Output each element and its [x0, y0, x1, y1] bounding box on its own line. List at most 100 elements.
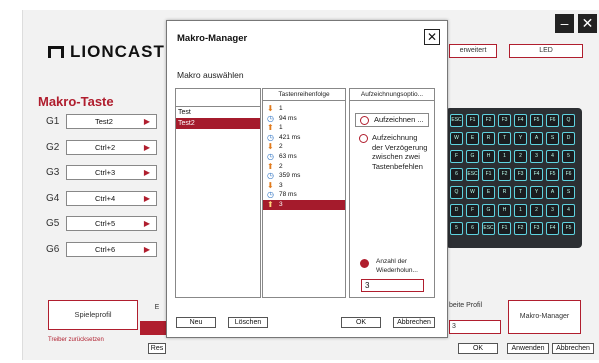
sequence-item[interactable]: ◷ 421 ms	[263, 133, 345, 143]
keyboard-key: T	[514, 186, 527, 199]
gkey-label: G1	[46, 116, 60, 127]
repeat-count-input[interactable]: 3	[361, 279, 424, 292]
minimize-button[interactable]: –	[555, 14, 574, 33]
advanced-button[interactable]: erweitert	[449, 44, 497, 58]
key-down-icon: ⬇	[267, 142, 274, 152]
keyboard-row: 5 6 ESC F1 F2 F3 F4 F5	[450, 222, 575, 235]
repeat-count-radio[interactable]	[360, 259, 369, 268]
gkey-value: Ctrl+3	[95, 168, 116, 177]
sequence-item[interactable]: ⬆ 2	[263, 162, 345, 172]
game-profile-button[interactable]: Spieleprofil	[48, 300, 138, 330]
gkey-assignment[interactable]: Ctrl+6 ▶	[66, 241, 157, 257]
profile-select[interactable]: 3	[449, 320, 501, 334]
keyboard-key: E	[466, 132, 479, 145]
keyboard-key: F2	[482, 114, 495, 127]
window-close-button[interactable]: ✕	[578, 14, 597, 33]
keyboard-key: F5	[530, 114, 543, 127]
sequence-item[interactable]: ◷ 78 ms	[263, 190, 345, 200]
keyboard-key: F	[466, 204, 479, 217]
keyboard-row: QWERTYAS	[450, 186, 575, 199]
macro-manager-button[interactable]: Makro-Manager	[508, 300, 581, 334]
sequence-item[interactable]: ◷ 63 ms	[263, 152, 345, 162]
macro-list[interactable]: Test Test2	[175, 88, 261, 298]
keyboard-key: 2	[530, 204, 543, 217]
keyboard-image: ESC F1 F2 F3 F4 F5 F6 Q W E R T Y A S D F G H 1 2 3 4 5 6 ESC F1 F2…	[446, 108, 582, 248]
keyboard-key: G	[482, 204, 495, 217]
gkey-assignment[interactable]: Ctrl+2 ▶	[66, 139, 157, 155]
repeat-label-line-2: Wiederholun...	[376, 267, 418, 274]
keyboard-key: S	[562, 186, 575, 199]
gkey-assignment[interactable]: Test2 ▶	[66, 114, 157, 129]
record-delay-line-2: der Verzögerung	[372, 142, 428, 152]
play-arrow-icon: ▶	[143, 142, 150, 152]
record-delay-line-3: zwischen zwei	[372, 152, 420, 161]
keyboard-row: FGH12345	[450, 150, 575, 163]
sequence-item-text: 3	[279, 181, 283, 189]
options-header: Aufzeichnungsoptio...	[350, 89, 434, 101]
record-delay-line-4: Tastenbefehlen	[372, 161, 423, 171]
sequence-item-text: 2	[279, 162, 283, 170]
gkey-assignment[interactable]: Ctrl+3 ▶	[66, 165, 157, 180]
reset-button[interactable]: Res	[148, 343, 166, 354]
keyboard-key: ESC	[450, 114, 463, 127]
keyboard-key: R	[482, 132, 495, 145]
sequence-item[interactable]: ⬇ 2	[263, 142, 345, 152]
gkey-label: G5	[46, 218, 60, 229]
keyboard-row: DFGH1234	[450, 204, 575, 217]
record-button[interactable]: Aufzeichnen ...	[355, 113, 429, 127]
gkey-assignment[interactable]: Ctrl+5 ▶	[66, 216, 157, 231]
keyboard-key: F2	[514, 222, 527, 235]
sequence-item[interactable]: ⬆ 3	[263, 199, 345, 210]
delete-macro-button[interactable]: Löschen	[228, 317, 268, 328]
gkey-value: Ctrl+6	[95, 244, 116, 254]
dialog-close-button[interactable]: ✕	[424, 29, 440, 45]
keyboard-key: F1	[498, 222, 511, 235]
keyboard-key: S	[546, 132, 559, 145]
cancel-button[interactable]: Abbrechen	[552, 343, 594, 354]
sequence-item[interactable]: ⬆ 1	[263, 123, 345, 133]
sequence-list: ⬇ 1 ◷ 94 ms ⬆ 1 ◷ 421 ms ⬇ 2 ◷ 63 ms ⬆ 2 ◷ 359 ms ⬇ 3 ◷ 78 …	[263, 101, 345, 210]
keyboard-key: 1	[498, 150, 511, 163]
play-arrow-icon: ▶	[143, 219, 150, 228]
reset-driver-link[interactable]: Treiber zurücksetzen	[48, 337, 104, 343]
sequence-item[interactable]: ◷ 359 ms	[263, 171, 345, 181]
gkey-assignment[interactable]: Ctrl+4 ▶	[66, 190, 157, 206]
led-button[interactable]: LED	[509, 44, 583, 58]
sequence-item[interactable]: ⬇ 3	[263, 181, 345, 191]
macro-list-item[interactable]: Test2	[176, 118, 260, 129]
dialog-cancel-button[interactable]: Abbrechen	[393, 317, 435, 328]
keyboard-key: 5	[562, 150, 575, 163]
brand-logo: LIONCAST	[48, 42, 165, 62]
keyboard-key: ESC	[482, 222, 495, 235]
sequence-item-text: 3	[279, 200, 283, 208]
new-macro-button[interactable]: Neu	[176, 317, 216, 328]
delay-clock-icon: ◷	[267, 132, 274, 142]
sequence-item[interactable]: ◷ 94 ms	[263, 114, 345, 124]
keyboard-key: Y	[514, 132, 527, 145]
key-down-icon: ⬇	[267, 104, 274, 113]
keyboard-row: 6 ESC F1 F2 F3 F4 F5 F6	[450, 168, 575, 181]
sequence-item-text: 359 ms	[279, 172, 301, 180]
keyboard-key: Y	[530, 186, 543, 199]
delay-clock-icon: ◷	[267, 151, 274, 161]
key-sequence-panel[interactable]: Tastenreihenfolge ⬇ 1 ◷ 94 ms ⬆ 1 ◷ 421 ms ⬇ 2 ◷ 63…	[262, 88, 346, 298]
delay-clock-icon: ◷	[267, 113, 274, 123]
key-down-icon: ⬇	[267, 180, 274, 190]
play-arrow-icon: ▶	[143, 193, 150, 203]
keyboard-row: ESC F1 F2 F3 F4 F5 F6 Q	[450, 114, 575, 127]
sequence-item-text: 94 ms	[279, 114, 297, 122]
macro-list-item[interactable]: Test	[176, 107, 260, 118]
dialog-ok-button[interactable]: OK	[341, 317, 381, 328]
record-delay-radio[interactable]	[359, 134, 368, 143]
play-arrow-icon: ▶	[143, 168, 150, 177]
apply-button[interactable]: Anwenden	[507, 343, 549, 354]
keyboard-key: H	[498, 204, 511, 217]
sequence-item-text: 78 ms	[279, 191, 297, 199]
keyboard-key: F4	[514, 114, 527, 127]
ok-button[interactable]: OK	[458, 343, 498, 354]
keyboard-key: Q	[562, 114, 575, 127]
play-arrow-icon: ▶	[143, 244, 150, 254]
repeat-label-line-1: Anzahl der	[376, 258, 408, 265]
sequence-item[interactable]: ⬇ 1	[263, 104, 345, 114]
gkey-value: Ctrl+4	[95, 193, 116, 203]
